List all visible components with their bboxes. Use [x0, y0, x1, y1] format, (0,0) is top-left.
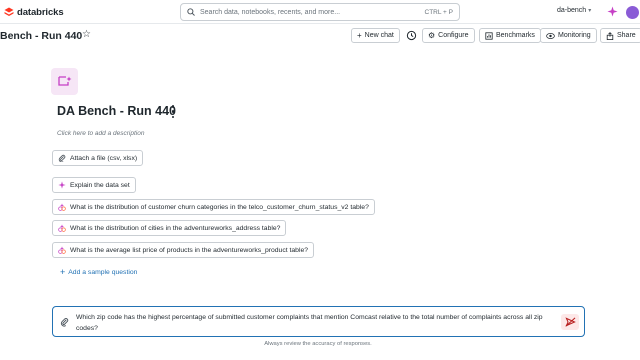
- attach-file-button[interactable]: Attach a file (csv, xlsx): [52, 150, 144, 166]
- question-spark-icon: [58, 203, 66, 211]
- benchmarks-button[interactable]: Benchmarks: [479, 28, 541, 43]
- sample-question-label: What is the distribution of customer chu…: [70, 203, 369, 211]
- sample-question-button[interactable]: What is the distribution of cities in th…: [52, 220, 287, 236]
- sample-question-label: What is the distribution of cities in th…: [70, 224, 281, 232]
- plus-icon: +: [60, 267, 66, 277]
- new-chat-button[interactable]: + New chat: [351, 28, 400, 43]
- send-disabled-icon: [564, 317, 576, 327]
- benchmarks-label: Benchmarks: [496, 32, 535, 39]
- chevron-down-icon: ▾: [588, 8, 592, 14]
- share-button[interactable]: Share: [600, 28, 640, 43]
- databricks-logo-icon: [4, 7, 14, 16]
- configure-label: Configure: [438, 32, 469, 39]
- genie-space-icon: [51, 68, 78, 95]
- question-spark-icon: [58, 246, 66, 254]
- gear-icon: ⚙: [428, 31, 436, 40]
- search-placeholder: Search data, notebooks, recents, and mor…: [200, 8, 341, 16]
- configure-button[interactable]: ⚙ Configure: [422, 28, 475, 43]
- databricks-logo[interactable]: databricks: [4, 5, 64, 19]
- space-header: Bench - Run 440 ☆ + New chat ⚙ Configure…: [0, 24, 640, 48]
- disclaimer-text: Always review the accuracy of responses.: [264, 341, 372, 347]
- favorite-star-icon[interactable]: ☆: [82, 29, 91, 40]
- description-field[interactable]: Click here to add a description: [57, 130, 144, 137]
- explain-data-button[interactable]: Explain the data set: [52, 177, 136, 193]
- paperclip-icon[interactable]: [60, 317, 69, 327]
- sample-question-button[interactable]: What is the average list price of produc…: [52, 242, 315, 258]
- sample-question-button[interactable]: What is the distribution of customer chu…: [52, 199, 375, 215]
- space-title: DA Bench - Run 440: [57, 104, 177, 118]
- chat-sparkle-icon: [57, 75, 71, 86]
- monitoring-button[interactable]: Monitoring: [540, 28, 597, 43]
- global-search[interactable]: Search data, notebooks, recents, and mor…: [180, 3, 460, 21]
- share-label: Share: [617, 32, 636, 39]
- logo-text: databricks: [17, 6, 64, 18]
- add-sample-question-label: Add a sample question: [68, 268, 138, 276]
- plus-icon: +: [357, 31, 362, 40]
- paperclip-icon: [58, 154, 66, 162]
- user-avatar[interactable]: [626, 6, 639, 19]
- workspace-switcher[interactable]: da-bench ▾: [557, 7, 591, 14]
- assistant-sparkle-icon[interactable]: [607, 6, 618, 17]
- top-bar: databricks Search data, notebooks, recen…: [0, 0, 640, 24]
- workspace-name: da-bench: [557, 7, 587, 14]
- history-icon[interactable]: [406, 30, 417, 41]
- share-icon: [606, 31, 614, 40]
- add-sample-question-link[interactable]: + Add a sample question: [60, 267, 137, 277]
- explain-data-label: Explain the data set: [70, 181, 130, 189]
- new-chat-label: New chat: [364, 32, 394, 39]
- send-button[interactable]: [561, 314, 579, 330]
- chat-input[interactable]: Which zip code has the highest percentag…: [52, 306, 585, 337]
- more-options-icon[interactable]: [171, 105, 175, 118]
- question-spark-icon: [58, 224, 66, 232]
- monitoring-label: Monitoring: [558, 32, 591, 39]
- chat-input-text[interactable]: Which zip code has the highest percentag…: [76, 313, 551, 334]
- sample-question-label: What is the average list price of produc…: [70, 246, 309, 254]
- search-shortcut: CTRL + P: [424, 8, 453, 16]
- search-icon: [187, 8, 195, 16]
- sparkle-icon: [58, 181, 66, 189]
- benchmark-icon: [485, 31, 493, 40]
- page-title: Bench - Run 440: [0, 30, 83, 42]
- eye-icon: [546, 32, 555, 40]
- attach-file-label: Attach a file (csv, xlsx): [70, 154, 138, 162]
